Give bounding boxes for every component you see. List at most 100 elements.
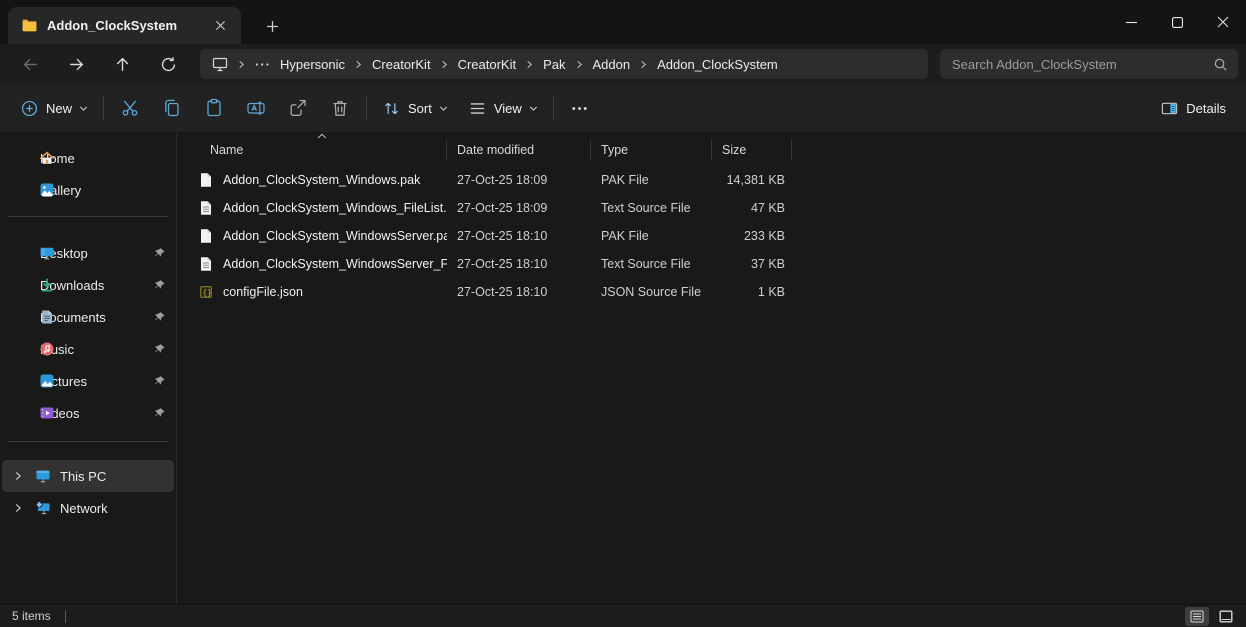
tab-close-icon[interactable] [207,13,233,39]
chevron-right-icon [354,60,363,69]
sidebar-item-desktop[interactable]: Desktop [2,237,174,269]
file-type: PAK File [591,229,712,243]
file-size: 47 KB [712,201,792,215]
sidebar-item-label: Network [60,501,108,516]
sidebar-item-label: This PC [60,469,106,484]
file-date: 27-Oct-25 18:10 [447,285,591,299]
sidebar-separator [8,441,168,442]
breadcrumb-segment[interactable]: Hypersonic [280,57,345,72]
pictures-icon [39,373,55,389]
column-header-name[interactable]: Name [197,140,447,160]
view-button[interactable]: View [458,90,548,126]
file-date: 27-Oct-25 18:09 [447,201,591,215]
breadcrumb-segment[interactable]: Pak [543,57,565,72]
column-header-size[interactable]: Size [712,140,792,160]
sidebar-item-music[interactable]: Music [2,333,174,365]
file-size: 1 KB [712,285,792,299]
sidebar-item-downloads[interactable]: Downloads [2,269,174,301]
documents-icon [39,309,55,325]
column-header-date-modified[interactable]: Date modified [447,140,591,160]
scissors-icon [120,98,140,118]
sidebar-item-pictures[interactable]: Pictures [2,365,174,397]
chevron-right-icon [525,60,534,69]
file-name: Addon_ClockSystem_WindowsServer.pak [223,229,447,243]
table-row[interactable]: Addon_ClockSystem_WindowsServer_Fil... 2… [197,250,1246,278]
text-file-icon [198,256,214,272]
paste-icon [204,98,224,118]
breadcrumb-segment-current[interactable]: Addon_ClockSystem [657,57,778,72]
toolbar-divider [553,96,554,120]
title-bar: Addon_ClockSystem [0,0,1246,44]
chevron-expand-icon[interactable] [10,471,26,481]
music-icon [39,341,55,357]
minimize-button[interactable] [1108,0,1154,44]
sort-ascending-icon [317,133,327,139]
sidebar-item-videos[interactable]: Videos [2,397,174,429]
breadcrumb-segment[interactable]: CreatorKit [458,57,517,72]
table-row[interactable]: Addon_ClockSystem_Windows.pak 27-Oct-25 … [197,166,1246,194]
chevron-expand-icon[interactable] [10,503,26,513]
explorer-tab[interactable]: Addon_ClockSystem [8,7,241,44]
table-row[interactable]: {} configFile.json 27-Oct-25 18:10 JSON … [197,278,1246,306]
breadcrumb[interactable]: ··· Hypersonic CreatorKit CreatorKit Pak… [200,49,928,79]
breadcrumb-segment[interactable]: Addon [593,57,631,72]
view-icon [468,99,487,118]
up-icon[interactable] [100,48,144,80]
chevron-right-icon [575,60,584,69]
new-button[interactable]: New [10,90,98,126]
details-button-label: Details [1186,101,1226,116]
file-size: 14,381 KB [712,173,792,187]
column-header-type[interactable]: Type [591,140,712,160]
table-row[interactable]: Addon_ClockSystem_WindowsServer.pak 27-O… [197,222,1246,250]
view-button-label: View [494,101,522,116]
breadcrumb-overflow[interactable]: ··· [255,57,271,72]
sidebar-item-gallery[interactable]: Gallery [2,174,174,206]
thumbnail-view-toggle[interactable] [1214,607,1238,626]
pin-icon [153,343,166,356]
forward-icon[interactable] [54,48,98,80]
cut-button[interactable] [109,90,151,126]
copy-button[interactable] [151,90,193,126]
close-button[interactable] [1200,0,1246,44]
sidebar-item-home[interactable]: Home [2,142,174,174]
sort-button[interactable]: Sort [372,90,458,126]
plus-circle-icon [20,99,39,118]
back-icon[interactable] [8,48,52,80]
pin-icon [153,375,166,388]
status-bar: 5 items [0,604,1246,627]
svg-text:{}: {} [203,288,212,297]
breadcrumb-segment[interactable]: CreatorKit [372,57,431,72]
paste-button[interactable] [193,90,235,126]
share-icon [288,98,308,118]
sidebar-item-network[interactable]: Network [2,492,174,524]
table-row[interactable]: Addon_ClockSystem_Windows_FileList.txt 2… [197,194,1246,222]
refresh-icon[interactable] [146,48,190,80]
delete-button[interactable] [319,90,361,126]
copy-icon [162,98,182,118]
search-icon[interactable] [1213,57,1228,72]
search-input[interactable] [952,57,1213,72]
json-file-icon: {} [198,284,214,300]
sidebar-item-this-pc[interactable]: This PC [2,460,174,492]
sidebar-item-documents[interactable]: Documents [2,301,174,333]
new-tab-button[interactable] [259,13,285,39]
file-size: 233 KB [712,229,792,243]
share-button[interactable] [277,90,319,126]
window-controls [1108,0,1246,44]
file-size: 37 KB [712,257,792,271]
videos-icon [39,405,55,421]
thumbnail-view-icon [1219,610,1233,623]
rename-button[interactable] [235,90,277,126]
pin-icon [153,407,166,420]
column-headers: Name Date modified Type Size [197,137,1246,163]
file-list-pane: Name Date modified Type Size Addon_Clock… [177,133,1246,604]
this-pc-icon[interactable] [212,56,228,72]
details-view-toggle[interactable] [1185,607,1209,626]
rename-icon [246,98,266,118]
details-pane-button[interactable]: Details [1150,90,1236,126]
maximize-button[interactable] [1154,0,1200,44]
pin-icon [153,279,166,292]
more-options-button[interactable] [559,90,601,126]
text-file-icon [198,200,214,216]
search-box[interactable] [940,49,1238,79]
